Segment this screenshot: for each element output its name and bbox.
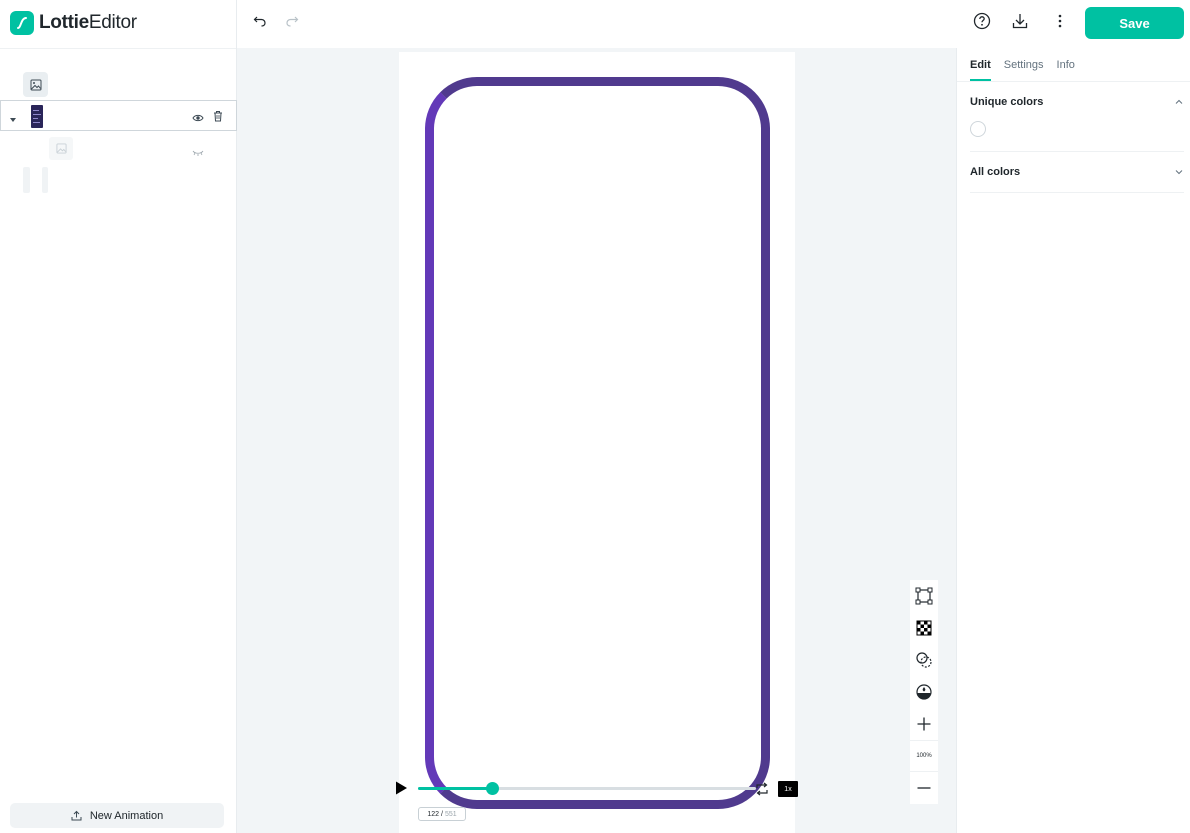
more-vertical-icon[interactable] — [1051, 12, 1069, 35]
new-animation-label: New Animation — [89, 809, 164, 822]
play-icon[interactable] — [393, 780, 409, 801]
new-animation-button[interactable]: New Animation — [10, 803, 224, 828]
layer-row[interactable] — [0, 100, 237, 131]
top-toolbar: Save — [237, 0, 1190, 48]
tabs-divider — [957, 81, 1190, 82]
layer-thumbnail — [31, 105, 43, 128]
undo-icon[interactable] — [253, 14, 267, 33]
logo-text: LottieEditor — [39, 12, 137, 34]
layer-placeholder — [23, 167, 30, 193]
timeline-track[interactable] — [418, 782, 756, 795]
section-divider — [970, 192, 1184, 193]
zoom-out-icon[interactable] — [910, 772, 938, 804]
logo-text-regular: Editor — [88, 12, 137, 33]
all-colors-header[interactable]: All colors — [970, 166, 1184, 186]
app-logo[interactable]: LottieEditor — [10, 10, 137, 36]
tab-edit[interactable]: Edit — [970, 48, 991, 82]
canvas-workspace[interactable] — [237, 48, 956, 833]
all-colors-label: All colors — [970, 166, 1021, 178]
section-divider — [970, 151, 1184, 152]
timeline-progress — [418, 787, 493, 790]
logo-mark-icon — [10, 11, 34, 35]
unique-colors-label: Unique colors — [970, 96, 1044, 108]
fill-icon[interactable] — [910, 676, 938, 708]
current-frame: 122 — [427, 810, 440, 818]
playback-speed-button[interactable]: 1x — [778, 781, 798, 797]
eye-closed-icon[interactable] — [192, 144, 204, 162]
caret-down-icon[interactable] — [9, 111, 17, 129]
redo-icon[interactable] — [285, 14, 299, 33]
tab-info[interactable]: Info — [1057, 48, 1075, 82]
save-button[interactable]: Save — [1085, 7, 1184, 39]
trash-icon[interactable] — [213, 109, 223, 127]
chevron-up-icon[interactable] — [1174, 97, 1184, 110]
help-icon[interactable] — [973, 12, 991, 35]
artboard[interactable] — [399, 52, 795, 833]
phone-frame-shape[interactable] — [425, 77, 770, 809]
bounding-box-icon[interactable] — [910, 580, 938, 612]
layer-placeholder — [42, 167, 48, 193]
frame-separator: / — [441, 810, 443, 818]
image-icon[interactable] — [23, 72, 48, 97]
layers-sidebar: LottieEditor New Animation — [0, 0, 237, 833]
zoom-level[interactable]: 100% — [910, 740, 938, 772]
canvas-tools: 100% — [910, 580, 938, 804]
sidebar-divider — [0, 48, 236, 49]
sublayer-image-icon[interactable] — [49, 137, 73, 160]
tab-settings[interactable]: Settings — [1004, 48, 1044, 82]
unique-colors-header[interactable]: Unique colors — [970, 96, 1184, 116]
panel-tabs: Edit Settings Info — [970, 48, 1088, 82]
upload-icon — [71, 810, 82, 821]
frame-counter[interactable]: 122 / 551 — [418, 807, 466, 821]
checkerboard-icon[interactable] — [910, 612, 938, 644]
loop-icon[interactable] — [754, 781, 770, 802]
logo-text-bold: Lottie — [39, 12, 89, 33]
color-swatch[interactable] — [970, 121, 986, 137]
eye-icon[interactable] — [192, 110, 204, 128]
properties-panel: Edit Settings Info Unique colors All col… — [956, 48, 1190, 833]
download-icon[interactable] — [1011, 12, 1029, 35]
overlay-icon[interactable] — [910, 644, 938, 676]
total-frames: 551 — [444, 810, 457, 818]
chevron-down-icon[interactable] — [1174, 167, 1184, 180]
zoom-in-icon[interactable] — [910, 708, 938, 740]
